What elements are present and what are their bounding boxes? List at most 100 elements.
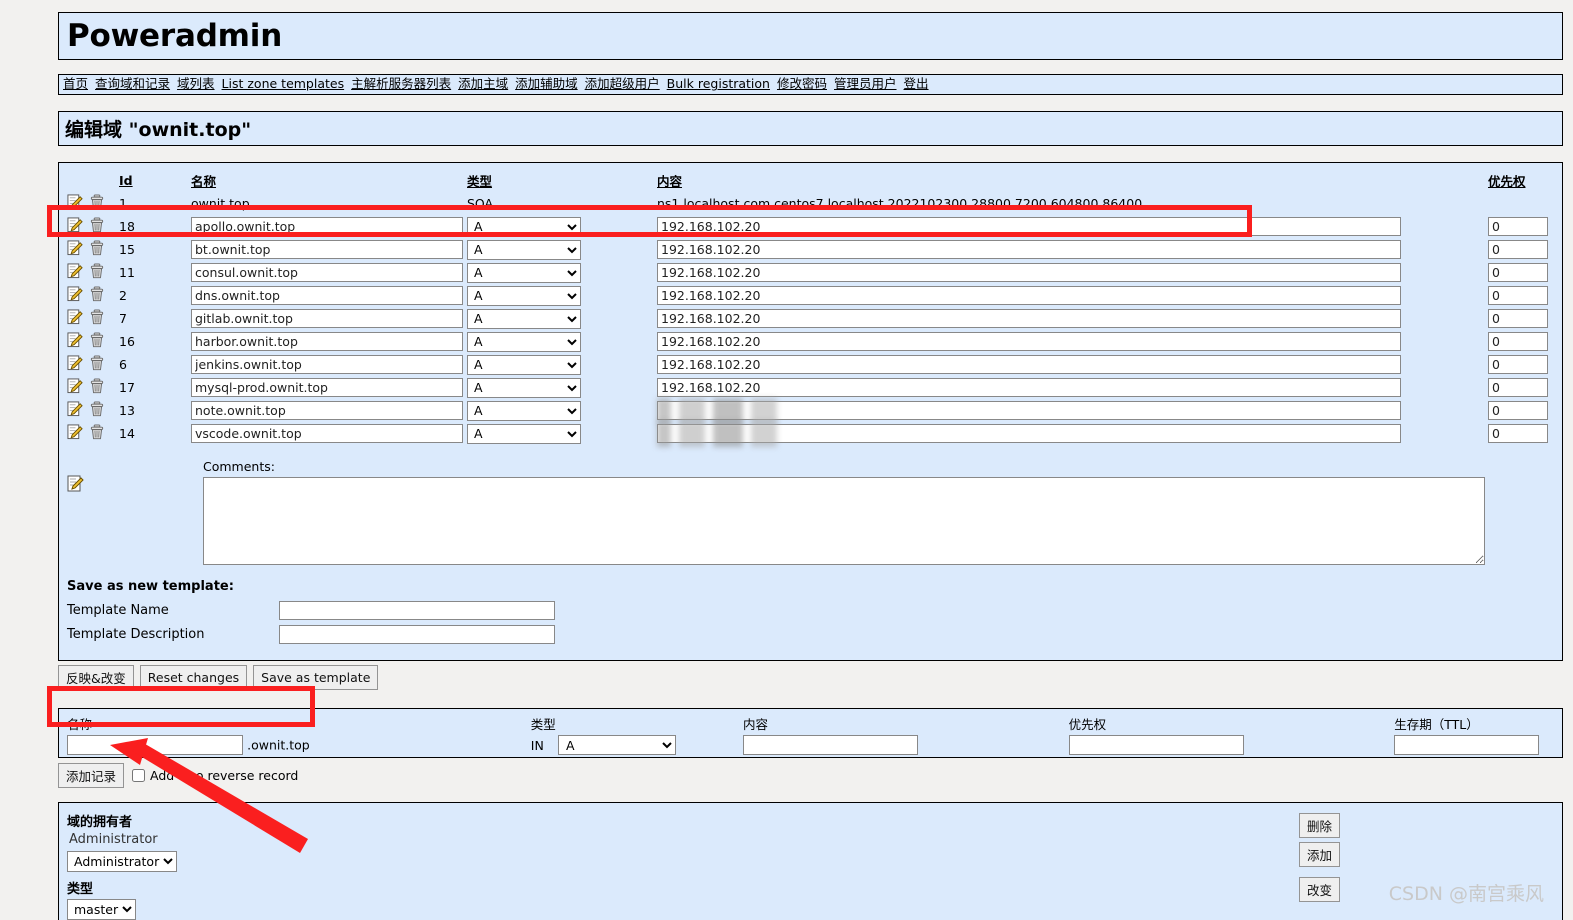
record-content-input[interactable] <box>657 309 1401 328</box>
edit-icon[interactable] <box>67 194 83 213</box>
delete-icon[interactable] <box>89 217 105 236</box>
record-priority-input[interactable] <box>1488 355 1548 374</box>
record-name-input[interactable] <box>191 378 463 397</box>
nav-item-search[interactable]: 查询域和记录 <box>95 78 170 91</box>
add-record-priority-input[interactable] <box>1069 735 1244 755</box>
record-priority-input[interactable] <box>1488 309 1548 328</box>
record-type-select[interactable]: AAAAACNAMEMXNSPTRSOASRVTXT <box>467 286 581 306</box>
edit-icon[interactable] <box>67 286 83 305</box>
nav-item-zone-templates[interactable]: List zone templates <box>222 78 345 91</box>
reverse-record-checkbox[interactable] <box>132 769 145 782</box>
nav-item-add-supermaster[interactable]: 添加超级用户 <box>585 78 660 91</box>
delete-icon[interactable] <box>89 309 105 328</box>
delete-icon[interactable] <box>89 240 105 259</box>
template-description-input[interactable] <box>279 625 555 644</box>
record-type-select[interactable]: AAAAACNAMEMXNSPTRSOASRVTXT <box>467 378 581 398</box>
record-type-select[interactable]: AAAAACNAMEMXNSPTRSOASRVTXT <box>467 309 581 329</box>
reverse-record-checkbox-wrap[interactable]: Add also reverse record <box>132 768 298 783</box>
record-name-input[interactable] <box>191 263 463 282</box>
header-name[interactable]: 名称 <box>191 163 467 192</box>
save-as-template-button[interactable]: Save as template <box>253 665 378 690</box>
record-content-input[interactable] <box>657 378 1401 397</box>
record-name-input[interactable] <box>191 240 463 259</box>
edit-icon[interactable] <box>67 355 83 374</box>
record-content-input[interactable] <box>657 217 1401 236</box>
header-id[interactable]: Id <box>119 163 191 192</box>
delete-icon[interactable] <box>89 194 105 213</box>
zone-type-select[interactable]: masterslavenative <box>67 899 136 920</box>
record-priority-input[interactable] <box>1488 378 1548 397</box>
header-type[interactable]: 类型 <box>467 163 657 192</box>
edit-icon[interactable] <box>67 332 83 351</box>
main-navigation[interactable]: 首页 查询域和记录 域列表 List zone templates 主解析服务器… <box>58 74 1563 95</box>
record-type-select[interactable]: AAAAACNAMEMXNSPTRSOASRVTXT <box>467 424 581 444</box>
change-zone-type-button[interactable]: 改变 <box>1299 877 1340 902</box>
record-content-input[interactable] <box>657 240 1401 259</box>
record-priority-input[interactable] <box>1488 240 1548 259</box>
add-owner-button[interactable]: 添加 <box>1299 842 1340 867</box>
record-type-select[interactable]: AAAAACNAMEMXNSPTRSOASRVTXT <box>467 217 581 237</box>
nav-item-zone-list[interactable]: 域列表 <box>177 78 215 91</box>
record-content-input[interactable] <box>657 355 1401 374</box>
delete-icon[interactable] <box>89 332 105 351</box>
record-priority-input[interactable] <box>1488 286 1548 305</box>
add-record-type-select[interactable]: AAAAACNAMEMXNSPTRSOASRVTXT <box>558 735 676 755</box>
record-priority-input[interactable] <box>1488 401 1548 420</box>
edit-icon[interactable] <box>67 378 83 397</box>
record-priority-input[interactable] <box>1488 424 1548 443</box>
nav-item-logout[interactable]: 登出 <box>904 78 929 91</box>
record-priority-input[interactable] <box>1488 263 1548 282</box>
nav-item-change-password[interactable]: 修改密码 <box>777 78 827 91</box>
record-name-input[interactable] <box>191 217 463 236</box>
record-type-select[interactable]: AAAAACNAMEMXNSPTRSOASRVTXT <box>467 355 581 375</box>
edit-icon[interactable] <box>67 424 83 443</box>
record-name-input[interactable] <box>191 286 463 305</box>
add-record-content-input[interactable] <box>743 735 918 755</box>
commit-changes-button[interactable]: 反映&改变 <box>58 665 134 690</box>
record-type-select[interactable]: AAAAACNAMEMXNSPTRSOASRVTXT <box>467 240 581 260</box>
record-content-input[interactable] <box>657 332 1401 351</box>
template-name-input[interactable] <box>279 601 555 620</box>
delete-icon[interactable] <box>89 401 105 420</box>
nav-item-add-master-zone[interactable]: 添加主域 <box>458 78 508 91</box>
add-record-button[interactable]: 添加记录 <box>58 763 124 788</box>
delete-icon[interactable] <box>89 378 105 397</box>
record-type-select[interactable]: AAAAACNAMEMXNSPTRSOASRVTXT <box>467 401 581 421</box>
record-priority-input[interactable] <box>1488 217 1548 236</box>
delete-icon[interactable] <box>89 424 105 443</box>
edit-icon[interactable] <box>67 263 83 282</box>
delete-icon[interactable] <box>89 263 105 282</box>
record-name-input[interactable] <box>191 355 463 374</box>
record-priority-input[interactable] <box>1488 332 1548 351</box>
nav-item-bulk-registration[interactable]: Bulk registration <box>667 78 770 91</box>
record-name-input[interactable] <box>191 401 463 420</box>
edit-icon[interactable] <box>67 401 83 420</box>
record-type-select[interactable]: AAAAACNAMEMXNSPTRSOASRVTXT <box>467 263 581 283</box>
record-content-input[interactable] <box>657 424 1401 443</box>
add-record-name-input[interactable] <box>67 735 243 755</box>
record-name-input[interactable] <box>191 424 463 443</box>
record-type-select[interactable]: AAAAACNAMEMXNSPTRSOASRVTXT <box>467 332 581 352</box>
record-content-input[interactable] <box>657 286 1401 305</box>
header-content[interactable]: 内容 <box>657 163 1482 192</box>
record-name-input[interactable] <box>191 309 463 328</box>
nav-item-supermasters[interactable]: 主解析服务器列表 <box>351 78 451 91</box>
reset-changes-button[interactable]: Reset changes <box>140 665 247 690</box>
record-content-input[interactable] <box>657 401 1401 420</box>
edit-icon[interactable] <box>67 240 83 259</box>
delete-icon[interactable] <box>89 355 105 374</box>
nav-item-users[interactable]: 管理员用户 <box>834 78 897 91</box>
add-record-ttl-input[interactable] <box>1394 735 1539 755</box>
header-priority[interactable]: 优先权 <box>1482 163 1562 192</box>
zone-owner-select[interactable]: Administrator <box>67 851 177 872</box>
delete-icon[interactable] <box>89 286 105 305</box>
edit-icon[interactable] <box>67 475 84 496</box>
record-name-input[interactable] <box>191 332 463 351</box>
comments-textarea[interactable] <box>203 477 1485 565</box>
delete-owner-button[interactable]: 删除 <box>1299 813 1340 838</box>
nav-item-home[interactable]: 首页 <box>63 78 88 91</box>
record-content-input[interactable] <box>657 263 1401 282</box>
edit-icon[interactable] <box>67 217 83 236</box>
edit-icon[interactable] <box>67 309 83 328</box>
nav-item-add-slave-zone[interactable]: 添加辅助域 <box>515 78 578 91</box>
